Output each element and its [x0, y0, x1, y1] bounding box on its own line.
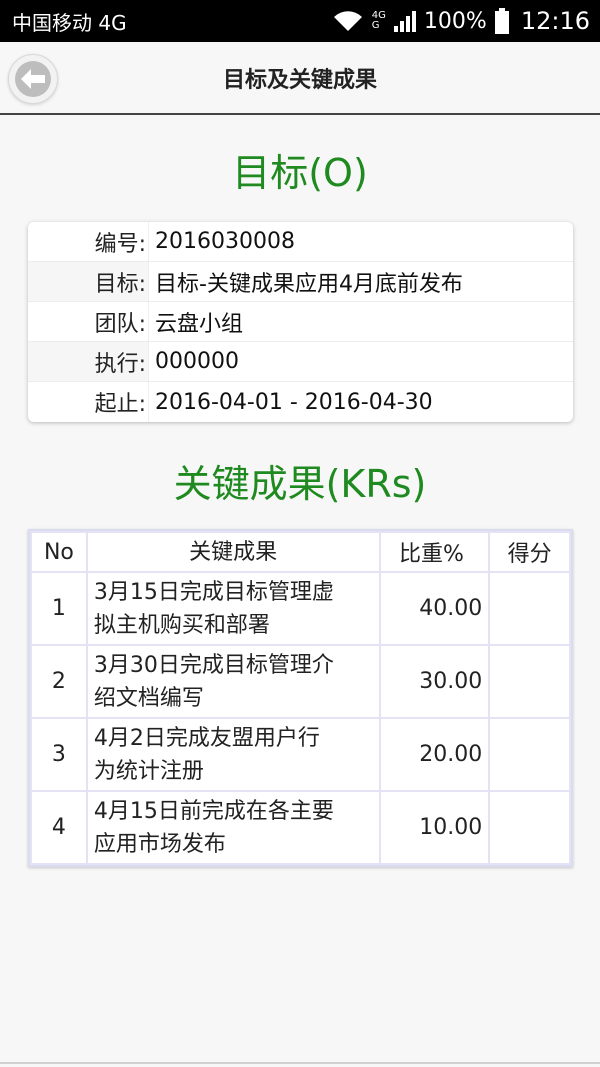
header-no: No	[30, 531, 88, 573]
row-score	[488, 571, 571, 646]
table-row[interactable]: 3 4月2日完成友盟用户行 为统计注册 20.00	[30, 717, 571, 792]
objective-row-team: 团队: 云盘小组	[28, 302, 573, 342]
network-type: 4G G	[372, 11, 386, 31]
bottom-divider	[0, 1062, 600, 1064]
header-weight: 比重%	[378, 531, 491, 573]
row-weight: 30.00	[378, 644, 491, 719]
wifi-icon	[332, 9, 364, 33]
objective-label: 执行:	[94, 351, 146, 377]
row-key-result: 4月2日完成友盟用户行 为统计注册	[85, 717, 381, 792]
header-key-result: 关键成果	[85, 531, 381, 573]
row-no: 2	[30, 644, 88, 719]
clock: 12:16	[520, 7, 590, 35]
table-row[interactable]: 1 3月15日完成目标管理虚 拟主机购买和部署 40.00	[30, 571, 571, 646]
objective-value: 目标-关键成果应用4月底前发布	[148, 262, 573, 301]
kr-text-line: 3月30日完成目标管理介	[93, 652, 334, 678]
row-weight: 20.00	[378, 717, 491, 792]
carrier-label: 中国移动 4G	[12, 10, 127, 35]
objective-card: 编号: 2016030008 目标: 目标-关键成果应用4月底前发布 团队: 云…	[28, 222, 573, 422]
row-key-result: 3月30日完成目标管理介 绍文档编写	[85, 644, 381, 719]
objective-row-goal: 目标: 目标-关键成果应用4月底前发布	[28, 262, 573, 302]
status-left: 中国移动 4G	[12, 7, 127, 36]
kr-text-line: 3月15日完成目标管理虚	[93, 579, 334, 605]
objective-row-period: 起止: 2016-04-01 - 2016-04-30	[28, 382, 573, 422]
kr-text-line: 4月15日前完成在各主要	[93, 798, 334, 824]
objective-value: 000000	[148, 342, 573, 381]
row-no: 1	[30, 571, 88, 646]
objective-label: 编号:	[94, 231, 146, 257]
status-bar: 中国移动 4G 4G G 100% 12:16	[0, 0, 600, 42]
back-arrow-icon	[15, 61, 51, 97]
row-score	[488, 717, 571, 792]
table-row[interactable]: 2 3月30日完成目标管理介 绍文档编写 30.00	[30, 644, 571, 719]
kr-text-line: 4月2日完成友盟用户行	[93, 725, 320, 751]
objective-value: 2016030008	[148, 222, 573, 261]
network-type-bottom: G	[371, 20, 380, 31]
key-results-section-title: 关键成果(KRs)	[173, 462, 427, 506]
back-button[interactable]	[8, 54, 58, 104]
row-no: 4	[30, 790, 88, 865]
objective-row-id: 编号: 2016030008	[28, 222, 573, 262]
objective-value: 云盘小组	[148, 302, 573, 341]
row-no: 3	[30, 717, 88, 792]
table-row[interactable]: 4 4月15日前完成在各主要 应用市场发布 10.00	[30, 790, 571, 865]
kr-text-line: 拟主机购买和部署	[93, 612, 270, 638]
battery-level: 100%	[423, 8, 487, 34]
objective-label: 团队:	[94, 311, 146, 337]
battery-icon	[494, 8, 509, 34]
signal-icon	[393, 10, 416, 32]
app-header: 目标及关键成果	[0, 42, 600, 115]
objective-row-executor: 执行: 000000	[28, 342, 573, 382]
row-score	[488, 644, 571, 719]
row-key-result: 3月15日完成目标管理虚 拟主机购买和部署	[85, 571, 381, 646]
kr-text-line: 应用市场发布	[93, 831, 226, 857]
kr-text-line: 绍文档编写	[93, 685, 204, 711]
header-score: 得分	[488, 531, 571, 573]
status-right: 4G G 100% 12:16	[332, 7, 590, 35]
page-title: 目标及关键成果	[222, 67, 377, 93]
key-results-table: No 关键成果 比重% 得分 1 3月15日完成目标管理虚 拟主机购买和部署 4…	[28, 529, 573, 867]
objective-label: 目标:	[94, 271, 146, 297]
objective-value: 2016-04-01 - 2016-04-30	[148, 382, 573, 422]
row-weight: 40.00	[378, 571, 491, 646]
kr-text-line: 为统计注册	[93, 758, 204, 784]
table-header-row: No 关键成果 比重% 得分	[30, 531, 571, 573]
row-key-result: 4月15日前完成在各主要 应用市场发布	[85, 790, 381, 865]
objective-section-title: 目标(O)	[232, 151, 368, 195]
objective-label: 起止:	[94, 392, 146, 417]
row-weight: 10.00	[378, 790, 491, 865]
row-score	[488, 790, 571, 865]
